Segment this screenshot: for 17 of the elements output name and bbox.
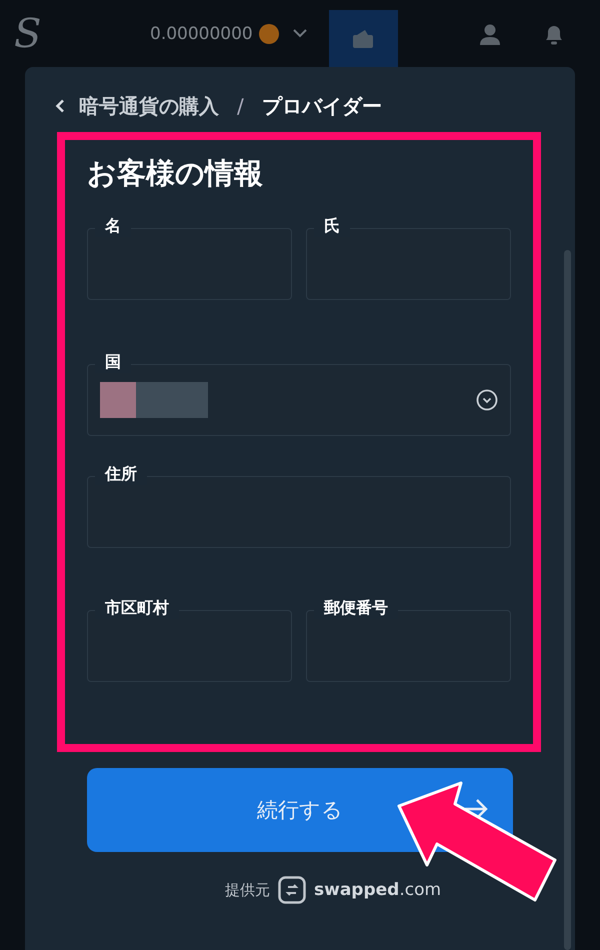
balance: 0.00000000 (150, 24, 253, 44)
chevron-icon[interactable] (292, 29, 307, 38)
coin-icon (258, 24, 279, 44)
brand-name[interactable]: swapped.com (314, 880, 442, 900)
logo[interactable]: S (14, 10, 124, 56)
wallet-icon (352, 28, 374, 48)
breadcrumb-current: プロバイダー (262, 92, 382, 120)
provider-label: 提供元 (225, 880, 270, 900)
swap-icon (278, 876, 306, 904)
breadcrumb-separator: / (237, 94, 244, 118)
dropdown-icon (476, 389, 498, 411)
section-title: お客様の情報 (87, 155, 264, 192)
back-icon[interactable] (55, 99, 65, 113)
breadcrumb-link[interactable]: 暗号通貨の購入 (79, 92, 219, 120)
scrollbar[interactable] (564, 250, 571, 950)
wallet-button[interactable] (328, 10, 398, 67)
user-icon[interactable] (479, 22, 501, 44)
